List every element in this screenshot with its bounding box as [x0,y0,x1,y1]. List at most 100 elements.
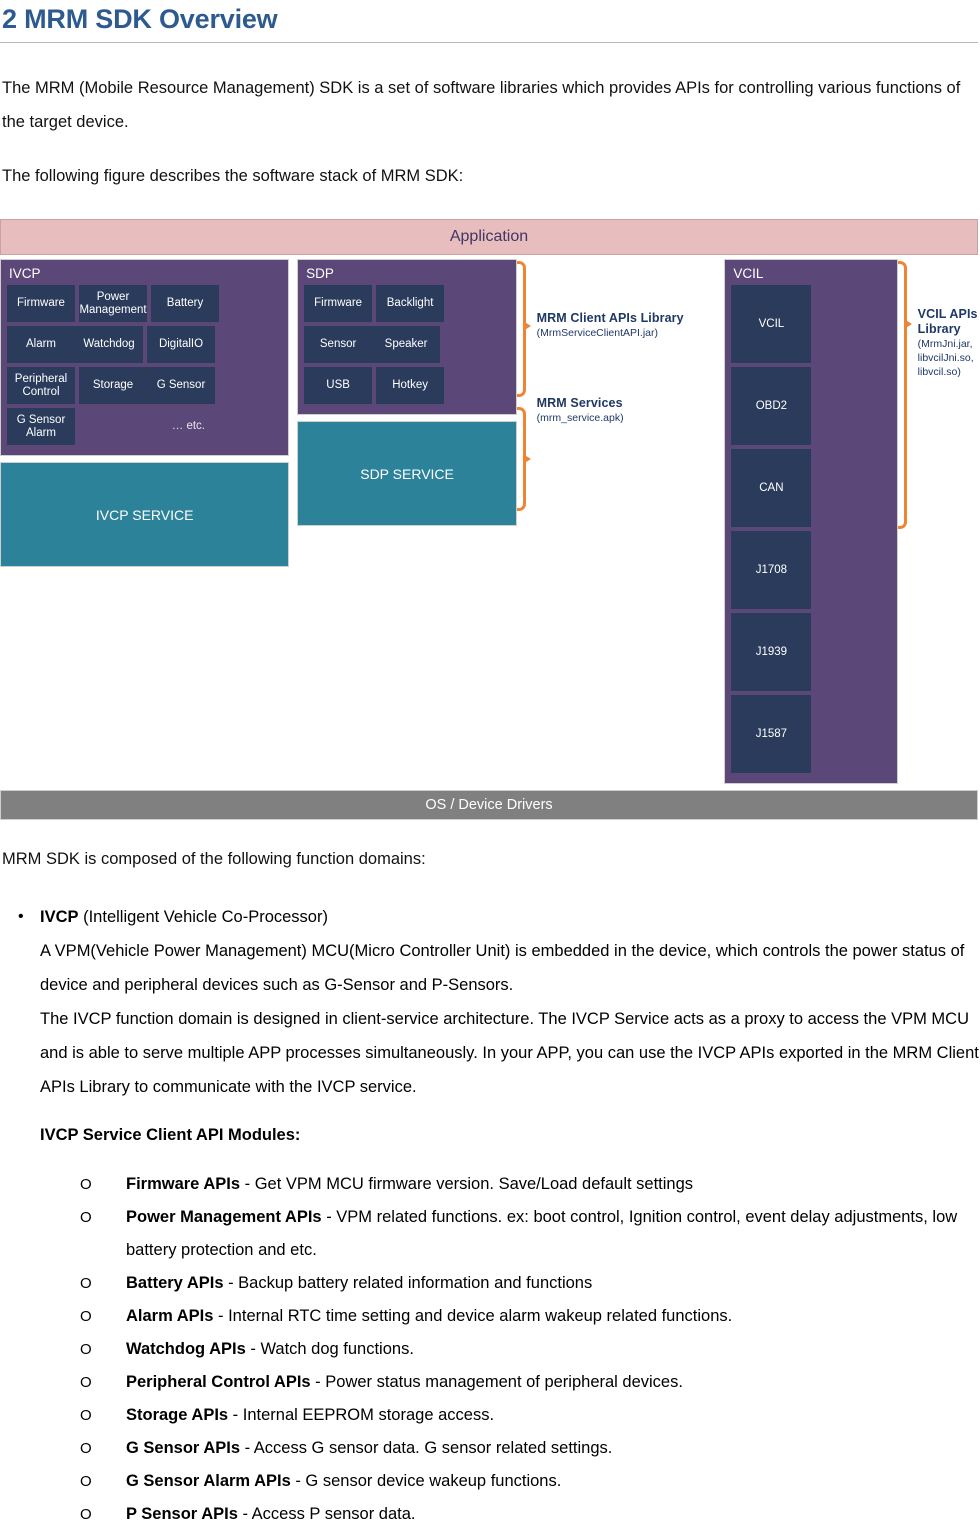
bracket-nub-vcil-apis [904,319,913,329]
module-name: Storage APIs [126,1406,229,1424]
vcil-title: VCIL [733,266,764,281]
list-item: O Battery APIs - Backup battery related … [0,1267,980,1300]
list-item-text: G Sensor APIs - Access G sensor data. G … [126,1432,980,1465]
application-layer-band: Application [0,219,978,255]
tile-vcil-can: CAN [731,449,812,527]
list-marker: O [80,1473,92,1490]
tile-ivcp-watchdog: Watchdog [75,326,143,363]
module-name: Watchdog APIs [126,1340,246,1358]
list-marker: O [80,1506,92,1523]
tile-sdp-speaker: Speaker [372,326,441,363]
ivcp-service-box: IVCP SERVICE [0,462,290,567]
function-domains-lead: MRM SDK is composed of the following fun… [2,850,426,868]
module-name: Battery APIs [126,1274,224,1292]
tile-sdp-usb: USB [304,367,373,404]
label-vcil-apis: VCIL APIs Library (MrmJni.jar, libvcilJn… [908,307,980,379]
document-page: 2 MRM SDK Overview The MRM (Mobile Resou… [0,0,980,1531]
list-marker: O [80,1209,92,1226]
vcil-tile-grid: VCIL OBD2 CAN J1708 J1939 J1587 [731,285,891,777]
list-item: O Peripheral Control APIs - Power status… [0,1366,980,1399]
intro-paragraph-1: The MRM (Mobile Resource Management) SDK… [2,79,961,131]
module-description: - Get VPM MCU firmware version. Save/Loa… [240,1175,694,1193]
label-mrm-client-apis: MRM Client APIs Library (MrmServiceClien… [527,311,691,340]
module-name: Peripheral Control APIs [126,1373,311,1391]
label-mrm-client-apis-main: MRM Client APIs Library [536,311,684,325]
page-title: 2 MRM SDK Overview [2,4,278,34]
tile-vcil-obd2: OBD2 [731,367,812,445]
tile-ivcp-peripheral-control: Peripheral Control [7,367,75,404]
tile-ivcp-storage: Storage [79,367,147,404]
vcil-bracket-column [898,259,913,534]
label-mrm-client-apis-sub: (MrmServiceClientAPI.jar) [536,327,659,339]
list-item-text: P Sensor APIs - Access P sensor data. [126,1498,980,1531]
heading-divider [0,42,978,43]
sdp-tile-grid: Firmware Backlight Sensor Speaker USB Ho… [304,285,510,408]
list-item-text: Watchdog APIs - Watch dog functions. [126,1333,980,1366]
tile-sdp-firmware: Firmware [304,285,373,322]
domain-bullet-ivcp: • IVCP (Intelligent Vehicle Co-Processor… [0,900,980,1152]
ivcp-title: IVCP [9,266,41,281]
ivcp-description-paragraph-2: The IVCP function domain is designed in … [40,1010,979,1096]
list-item-text: Storage APIs - Internal EEPROM storage a… [126,1399,980,1432]
tile-ivcp-alarm: Alarm [7,326,75,363]
list-item-text: G Sensor Alarm APIs - G sensor device wa… [126,1465,980,1498]
tile-ivcp-g-sensor-alarm: G Sensor Alarm [7,408,75,445]
tile-vcil-j1708: J1708 [731,531,812,609]
label-mrm-services-main: MRM Services [536,396,623,410]
bullet-row-ivcp: • IVCP (Intelligent Vehicle Co-Processor… [2,900,980,934]
label-mrm-services-sub: (mrm_service.apk) [536,412,624,424]
tile-sdp-hotkey: Hotkey [376,367,445,404]
tile-vcil-vcil: VCIL [731,285,812,363]
list-marker: O [80,1308,92,1325]
list-marker: O [80,1440,92,1457]
vcil-column: VCIL VCIL OBD2 CAN J1708 J1939 J1587 [724,259,899,784]
module-description: - G sensor device wakeup functions. [290,1472,562,1490]
bracket-nub-client-apis [523,321,532,331]
vcil-domain-box: VCIL VCIL OBD2 CAN J1708 J1939 J1587 [724,259,899,784]
module-description: - Power status management of peripheral … [310,1373,683,1391]
label-mrm-services: MRM Services (mrm_service.apk) [527,396,691,425]
tile-ivcp-battery: Battery [151,285,219,322]
list-item-text: Battery APIs - Backup battery related in… [126,1267,980,1300]
tile-ivcp-etc: … etc. [171,420,205,432]
ivcp-tile-grid: Firmware Power Management Battery Alarm … [7,285,282,449]
list-marker: O [80,1176,92,1193]
tile-vcil-j1587: J1587 [731,695,812,773]
module-name: Power Management APIs [126,1208,322,1226]
module-description: - Access G sensor data. G sensor related… [240,1439,613,1457]
module-name: Alarm APIs [126,1307,214,1325]
tile-ivcp-power-management: Power Management [79,285,147,322]
list-item: O Firmware APIs - Get VPM MCU firmware v… [0,1168,980,1201]
section-heading-block: 2 MRM SDK Overview [0,0,980,43]
intro-paragraph-2: The following figure describes the softw… [2,167,464,185]
list-item-text: Power Management APIs - VPM related func… [126,1201,980,1267]
list-item: O Storage APIs - Internal EEPROM storage… [0,1399,980,1432]
module-name: G Sensor APIs [126,1439,241,1457]
module-description: - Backup battery related information and… [223,1274,593,1292]
module-description: - Internal RTC time setting and device a… [213,1307,733,1325]
label-vcil-apis-sub: (MrmJni.jar, libvcilJni.so, libvcil.so) [917,338,974,378]
ivcp-module-list: O Firmware APIs - Get VPM MCU firmware v… [0,1168,980,1531]
list-item: O P Sensor APIs - Access P sensor data. [0,1498,980,1531]
tile-ivcp-firmware: Firmware [7,285,75,322]
label-vcil-apis-main: VCIL APIs Library [917,307,978,336]
sdp-service-box: SDP SERVICE [297,421,518,526]
list-item: O G Sensor APIs - Access G sensor data. … [0,1432,980,1465]
list-marker: O [80,1341,92,1358]
bracket-nub-mrm-services [523,454,532,464]
sdp-title: SDP [306,266,334,281]
sdp-domain-box: SDP Firmware Backlight Sensor Speaker US… [297,259,518,415]
bracket-vcil-apis [898,261,908,529]
list-item: O Power Management APIs - VPM related fu… [0,1201,980,1267]
tile-sdp-backlight: Backlight [376,285,445,322]
list-item: O G Sensor Alarm APIs - G sensor device … [0,1465,980,1498]
stack-middle-row: IVCP Firmware Power Management Battery A… [0,259,980,784]
tile-ivcp-digitalio: DigitalIO [147,326,215,363]
middle-brackets [517,259,532,519]
module-description: - Internal EEPROM storage access. [228,1406,495,1424]
list-marker: O [80,1275,92,1292]
list-item: O Watchdog APIs - Watch dog functions. [0,1333,980,1366]
sdp-column: SDP Firmware Backlight Sensor Speaker US… [297,259,518,526]
list-item-text: Peripheral Control APIs - Power status m… [126,1366,980,1399]
bullet-title-ivcp-bold: IVCP [40,908,79,926]
